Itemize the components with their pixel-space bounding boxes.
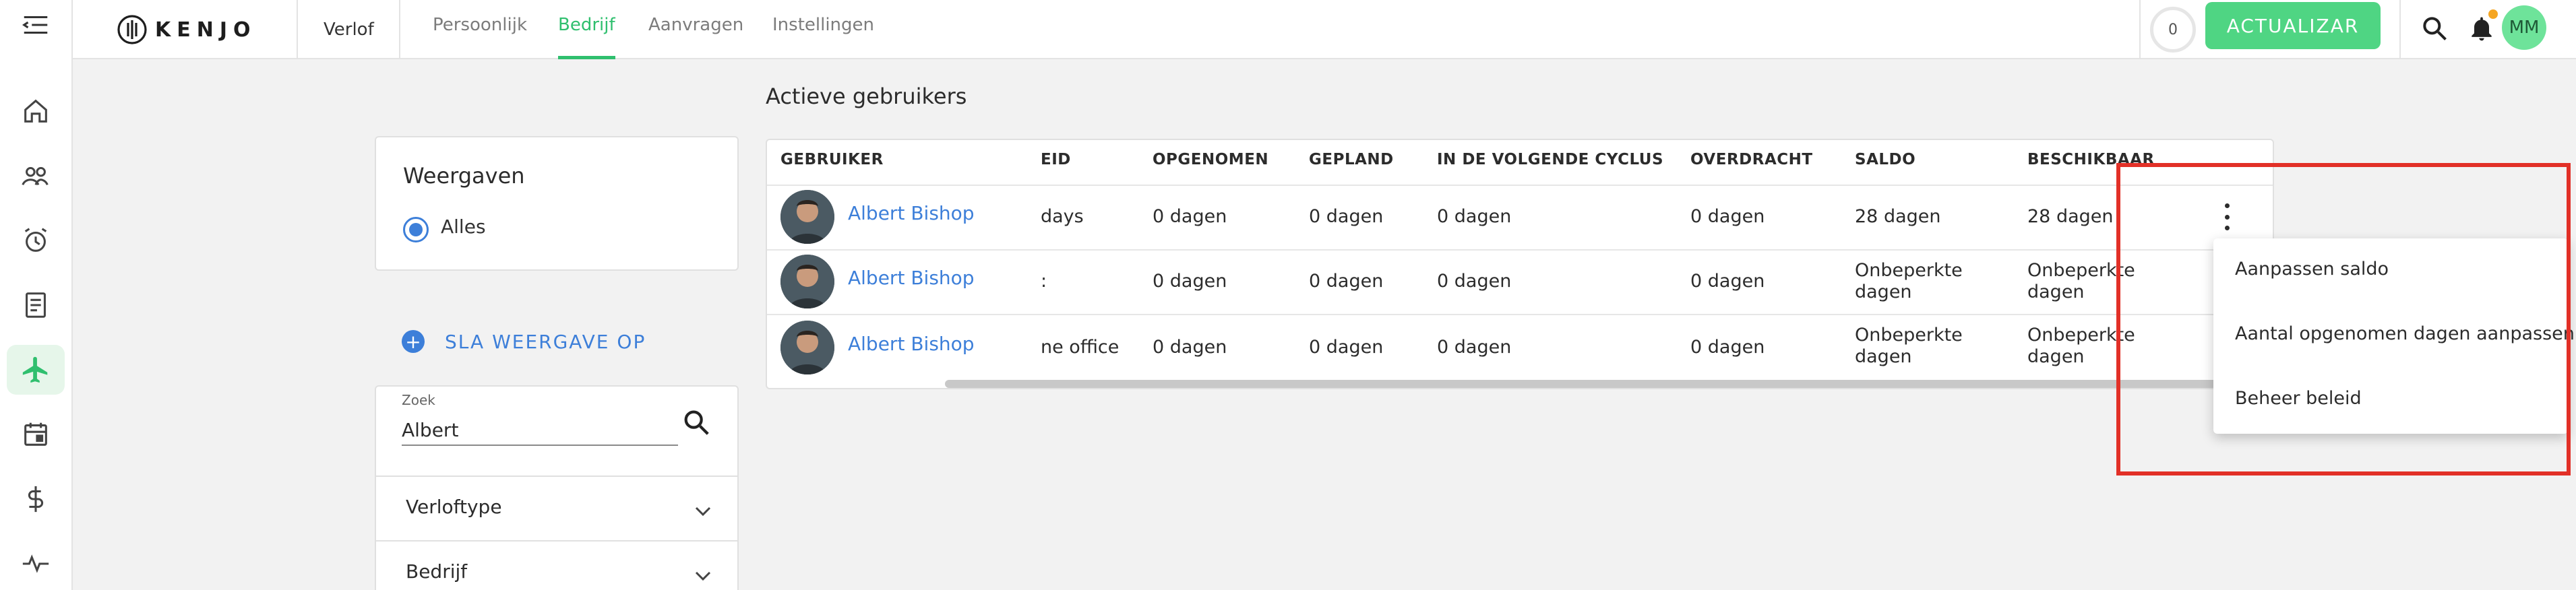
home-icon[interactable] [7, 86, 65, 136]
tab-instellingen[interactable]: Instellingen [772, 0, 874, 59]
user-link[interactable]: Albert Bishop [848, 267, 975, 289]
row-divider [767, 314, 2273, 315]
tab-persoonlijk[interactable]: Persoonlijk [433, 0, 527, 59]
col-gebruiker[interactable]: GEBRUIKER [780, 151, 884, 168]
cell-next-cycle: 0 dagen [1437, 337, 1512, 358]
menu-collapse-icon[interactable] [7, 0, 65, 50]
kenjo-logo[interactable]: KENJO [116, 9, 257, 50]
row-divider [767, 249, 2273, 251]
highlight-box [2116, 163, 2571, 476]
cell-carryover: 0 dagen [1690, 206, 1765, 227]
cell-policy: : [1041, 271, 1047, 292]
radio-all-label[interactable]: Alles [441, 216, 486, 238]
cell-policy: ne office [1041, 337, 1120, 358]
filter-card: Zoek Verloftype Bedrijf [375, 385, 739, 590]
cell-taken: 0 dagen [1153, 206, 1227, 227]
filter-bedrijf-label: Bedrijf [406, 560, 468, 583]
top-bar: KENJO Verlof Persoonlijk Bedrijf Aanvrag… [73, 0, 2576, 59]
search-field-icon[interactable] [681, 407, 712, 438]
user-avatar-photo [780, 190, 834, 244]
logo-icon [117, 15, 147, 44]
col-saldo[interactable]: SALDO [1855, 151, 1915, 168]
cell-available: 28 dagen [2027, 206, 2114, 227]
cell-next-cycle: 0 dagen [1437, 271, 1512, 292]
search-label: Zoek [402, 392, 435, 408]
dollar-icon[interactable] [7, 474, 65, 524]
tab-aanvragen[interactable]: Aanvragen [648, 0, 743, 59]
user-avatar-photo [780, 321, 834, 374]
bell-icon[interactable] [2463, 9, 2501, 47]
filter-verloftype-label: Verloftype [406, 496, 502, 518]
cell-balance: Onbeperkte dagen [1855, 260, 1963, 302]
airplane-icon[interactable] [7, 345, 65, 395]
col-overdracht[interactable]: OVERDRACHT [1690, 151, 1813, 168]
people-icon[interactable] [7, 151, 65, 201]
cell-balance: 28 dagen [1855, 206, 1941, 227]
module-title: Verlof [324, 20, 374, 40]
cell-next-cycle: 0 dagen [1437, 206, 1512, 227]
sidebar [0, 0, 73, 590]
horizontal-scrollbar[interactable] [945, 380, 2219, 388]
cell-planned: 0 dagen [1309, 206, 1384, 227]
notification-dot [2488, 9, 2498, 19]
views-card: Weergaven Alles [375, 136, 739, 271]
save-view-label: SLA WEERGAVE OP [445, 330, 646, 353]
user-link[interactable]: Albert Bishop [848, 333, 975, 355]
search-icon[interactable] [2416, 9, 2453, 47]
plus-circle-icon: + [402, 330, 425, 353]
user-link[interactable]: Albert Bishop [848, 202, 975, 224]
user-avatar[interactable]: MM [2502, 5, 2546, 50]
cell-planned: 0 dagen [1309, 271, 1384, 292]
cell-planned: 0 dagen [1309, 337, 1384, 358]
chevron-down-icon [695, 571, 711, 581]
document-icon[interactable] [7, 280, 65, 330]
tab-bedrijf[interactable]: Bedrijf [558, 0, 615, 59]
active-users-title: Actieve gebruikers [766, 84, 967, 109]
calendar-icon[interactable] [7, 409, 65, 459]
col-gepland[interactable]: GEPLAND [1309, 151, 1394, 168]
cell-carryover: 0 dagen [1690, 271, 1765, 292]
brand-name: KENJO [155, 18, 257, 42]
pulse-icon[interactable] [7, 539, 65, 589]
cell-policy: days [1041, 206, 1084, 227]
filter-bedrijf[interactable]: Bedrijf [376, 540, 737, 590]
radio-all[interactable] [403, 217, 429, 242]
header-divider [767, 185, 2273, 186]
update-button[interactable]: ACTUALIZAR [2205, 2, 2381, 49]
col-eid[interactable]: EID [1041, 151, 1071, 168]
cell-balance: Onbeperkte dagen [1855, 325, 1963, 367]
views-title: Weergaven [403, 163, 525, 189]
pending-counter[interactable]: 0 [2150, 7, 2196, 53]
save-view-button[interactable]: + SLA WEERGAVE OP [402, 326, 646, 357]
alarm-icon[interactable] [7, 216, 65, 265]
cell-carryover: 0 dagen [1690, 337, 1765, 358]
filter-verloftype[interactable]: Verloftype [376, 476, 737, 540]
cell-taken: 0 dagen [1153, 337, 1227, 358]
chevron-down-icon [695, 506, 711, 517]
col-volgende-cyclus[interactable]: IN DE VOLGENDE CYCLUS [1437, 151, 1663, 168]
cell-taken: 0 dagen [1153, 271, 1227, 292]
search-input[interactable] [402, 415, 678, 446]
user-avatar-photo [780, 255, 834, 308]
col-opgenomen[interactable]: OPGENOMEN [1153, 151, 1268, 168]
